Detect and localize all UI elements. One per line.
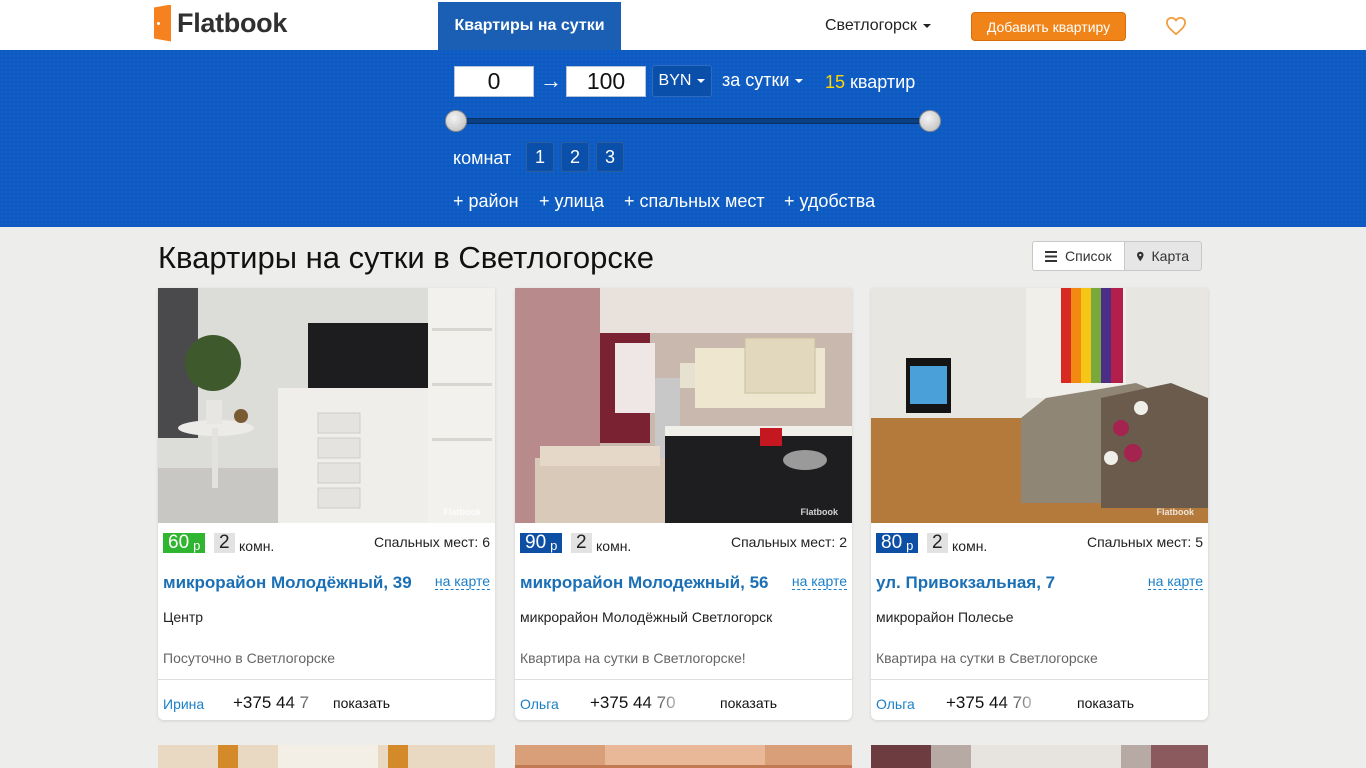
phone-number: +375 44 7: [233, 693, 310, 712]
on-map-link[interactable]: на карте: [1147, 574, 1203, 590]
list-icon: [1045, 250, 1057, 262]
period-label: за сутки: [722, 70, 790, 90]
owner-name-link[interactable]: Ирина: [163, 696, 204, 712]
on-map-link[interactable]: на карте: [434, 574, 490, 590]
listing-card[interactable]: Flatbook 90 р 2 комн. Спальных мест: 2 м…: [515, 288, 852, 720]
chevron-down-icon: [697, 79, 706, 83]
watermark: Flatbook: [1156, 507, 1195, 517]
city-label: Светлогорск: [825, 17, 917, 34]
favorites-heart-icon[interactable]: [1165, 16, 1187, 36]
price-max-input[interactable]: 100: [566, 66, 646, 97]
listing-address-link[interactable]: микрорайон Молодежный, 56: [520, 573, 769, 593]
divider: [871, 679, 1208, 680]
listing-card-partial[interactable]: [158, 745, 495, 768]
watermark: Flatbook: [800, 507, 839, 517]
price-value: 80: [881, 532, 903, 553]
view-list-label: Список: [1065, 248, 1112, 264]
price-range-slider[interactable]: [456, 118, 930, 124]
phone-number: +375 44 70: [590, 693, 676, 712]
listing-card[interactable]: Flatbook 60 р 2 комн. Спальных мест: 6 м…: [158, 288, 495, 720]
map-pin-icon: [1137, 251, 1144, 261]
filter-amenities-link[interactable]: + удобства: [784, 191, 875, 212]
results-count: 15 квартир: [825, 72, 915, 93]
listing-district: микрорайон Молодёжный Светлогорск: [520, 609, 773, 625]
add-apartment-button[interactable]: Добавить квартиру: [971, 12, 1126, 41]
rooms-3-button[interactable]: 3: [596, 142, 624, 172]
range-arrow: →: [540, 68, 562, 93]
results-count-number: 15: [825, 72, 846, 92]
beds-count: Спальных мест: 6: [373, 534, 490, 550]
rooms-label: комн.: [596, 538, 632, 554]
beds-count: Спальных мест: 5: [1086, 534, 1203, 550]
slider-max-handle[interactable]: [919, 110, 941, 132]
filter-street-link[interactable]: + улица: [539, 191, 604, 212]
page-title: Квартиры на сутки в Светлогорске: [158, 240, 655, 275]
listing-address-link[interactable]: ул. Привокзальная, 7: [876, 573, 1055, 593]
owner-name-link[interactable]: Ольга: [876, 696, 915, 712]
listing-card-partial[interactable]: [871, 745, 1208, 768]
city-dropdown[interactable]: Светлогорск: [825, 17, 931, 35]
watermark: Flatbook: [443, 507, 482, 517]
phone-number: +375 44 70: [946, 693, 1032, 712]
listing-photo[interactable]: Flatbook: [515, 288, 852, 523]
price-currency: р: [193, 537, 201, 553]
view-list-button[interactable]: Список: [1032, 241, 1125, 271]
price-currency: р: [550, 537, 558, 553]
results-count-label: квартир: [850, 72, 916, 92]
rooms-badge: 2: [927, 532, 948, 553]
listing-photo[interactable]: Flatbook: [871, 288, 1208, 523]
period-dropdown[interactable]: за сутки: [722, 70, 804, 91]
price-badge: 60 р: [163, 532, 206, 553]
listing-district: Центр: [163, 609, 204, 625]
listing-description: Квартира на сутки в Светлогорске: [876, 650, 1098, 666]
listing-address-link[interactable]: микрорайон Молодёжный, 39: [163, 573, 412, 593]
rooms-2-button[interactable]: 2: [561, 142, 589, 172]
listing-photo[interactable]: Flatbook: [158, 288, 495, 523]
filter-district-link[interactable]: + район: [453, 191, 519, 212]
view-map-button[interactable]: Карта: [1124, 241, 1202, 271]
price-badge: 90 р: [520, 532, 563, 553]
tab-apartments-daily[interactable]: Квартиры на сутки: [438, 2, 621, 50]
on-map-link[interactable]: на карте: [791, 574, 847, 590]
divider: [158, 679, 495, 680]
price-value: 60: [168, 532, 190, 553]
price-min-input[interactable]: 0: [454, 66, 534, 97]
rooms-label: комн.: [952, 538, 988, 554]
show-phone-button[interactable]: показать: [333, 695, 390, 711]
listing-district: микрорайон Полесье: [876, 609, 1014, 625]
divider: [515, 679, 852, 680]
listing-card[interactable]: Flatbook 80 р 2 комн. Спальных мест: 5 у…: [871, 288, 1208, 720]
brand-logo[interactable]: Flatbook: [154, 4, 287, 42]
listing-description: Квартира на сутки в Светлогорске!: [520, 650, 746, 666]
price-currency: р: [906, 537, 914, 553]
rooms-badge: 2: [214, 532, 235, 553]
top-navbar: Flatbook Квартиры на сутки Светлогорск Д…: [0, 0, 1366, 50]
chevron-down-icon: [795, 78, 804, 83]
listing-description: Посуточно в Светлогорске: [163, 650, 335, 666]
rooms-1-button[interactable]: 1: [526, 142, 554, 172]
show-phone-button[interactable]: показать: [720, 695, 777, 711]
show-phone-button[interactable]: показать: [1077, 695, 1134, 711]
rooms-label: комнат: [453, 148, 512, 168]
owner-name-link[interactable]: Ольга: [520, 696, 559, 712]
door-logo-icon: [154, 4, 171, 42]
brand-name: Flatbook: [177, 7, 288, 38]
price-badge: 80 р: [876, 532, 919, 553]
currency-label: BYN: [658, 72, 692, 89]
filter-beds-link[interactable]: + спальных мест: [624, 191, 765, 212]
chevron-down-icon: [922, 24, 931, 28]
currency-dropdown[interactable]: BYN: [652, 65, 712, 97]
beds-count: Спальных мест: 2: [730, 534, 847, 550]
rooms-label: комн.: [239, 538, 275, 554]
price-value: 90: [525, 532, 547, 553]
view-toggle: Список Карта: [1032, 241, 1202, 271]
view-map-label: Карта: [1151, 248, 1189, 264]
listing-card-partial[interactable]: [515, 745, 852, 768]
rooms-badge: 2: [571, 532, 592, 553]
slider-min-handle[interactable]: [445, 110, 467, 132]
